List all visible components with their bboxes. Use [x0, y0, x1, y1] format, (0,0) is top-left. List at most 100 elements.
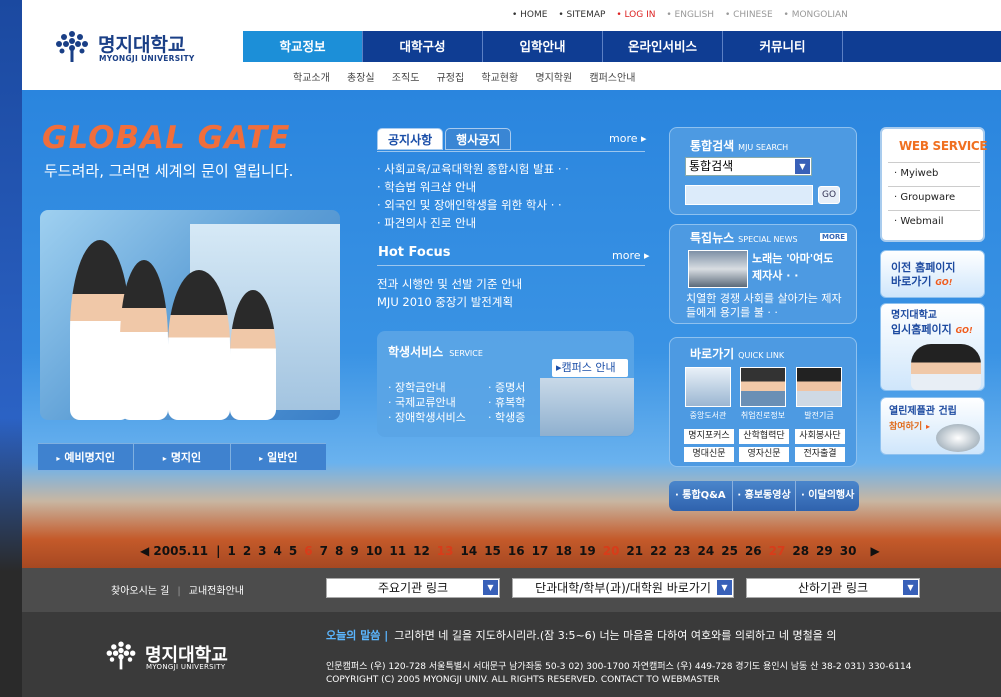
quick-button[interactable]: 명대신문 — [684, 447, 734, 462]
calendar-day[interactable]: 1 — [227, 544, 235, 558]
month-prev-link[interactable]: ◀ 2005.11 — [140, 544, 208, 558]
calendar-day[interactable]: 7 — [320, 544, 328, 558]
building-fund-banner[interactable]: 열린제플관 건립 참여하기 ▸ — [880, 397, 985, 455]
calendar-day[interactable]: 9 — [350, 544, 358, 558]
subnav-item[interactable]: 캠퍼스안내 — [589, 73, 635, 84]
calendar-day[interactable]: 25 — [721, 544, 738, 558]
calendar-day[interactable]: 21 — [626, 544, 643, 558]
major-sites-select[interactable]: 주요기관 링크 ▼ — [326, 578, 500, 598]
calendar-day[interactable]: 19 — [579, 544, 596, 558]
tab-notice[interactable]: 공지사항 — [377, 128, 444, 150]
calendar-day[interactable]: 29 — [816, 544, 833, 558]
nav-online-service[interactable]: 온라인서비스 — [603, 31, 723, 62]
admission-homepage-banner[interactable]: 명지대학교 입시홈페이지 GO! — [880, 303, 985, 391]
career-image[interactable] — [740, 367, 786, 407]
calendar-day[interactable]: 15 — [484, 544, 501, 558]
calendar-day[interactable]: 18 — [555, 544, 572, 558]
mongolian-link[interactable]: • MONGOLIAN — [784, 10, 848, 20]
calendar-day[interactable]: 26 — [745, 544, 762, 558]
calendar-day[interactable]: 12 — [413, 544, 430, 558]
myongji-member-link[interactable]: ▸ 명지인 — [134, 444, 231, 470]
university-logo[interactable]: 명지대학교 MYONGJI UNIVERSITY — [52, 26, 212, 66]
calendar-day[interactable]: 24 — [698, 544, 715, 558]
scholarship-link[interactable]: · 장학금안내 — [388, 380, 466, 395]
nav-community[interactable]: 커뮤니티 — [723, 31, 843, 62]
calendar-day[interactable]: 6 — [304, 544, 312, 558]
news-summary[interactable]: 치열한 경쟁 사회를 살아가는 제자들에게 용기를 불 · · — [686, 292, 846, 320]
quick-button[interactable]: 영자신문 — [739, 447, 789, 462]
exchange-link[interactable]: · 국제교류안내 — [388, 395, 466, 410]
calendar-day[interactable]: 5 — [289, 544, 297, 558]
myiweb-link[interactable]: · Myiweb — [888, 162, 980, 184]
affiliated-sites-select[interactable]: 산하기관 링크 ▼ — [746, 578, 920, 598]
quick-button[interactable]: 산학협력단 — [739, 429, 789, 444]
search-scope-select[interactable]: 통합검색 ▼ — [685, 157, 812, 176]
subnav-item[interactable]: 학교소개 — [293, 73, 330, 84]
month-next-link[interactable]: ▶ — [870, 544, 879, 558]
english-link[interactable]: • ENGLISH — [666, 10, 714, 20]
nav-admissions[interactable]: 입학안내 — [483, 31, 603, 62]
subnav-item[interactable]: 규정집 — [437, 73, 465, 84]
fund-image[interactable] — [796, 367, 842, 407]
student-id-link[interactable]: · 학생증 — [488, 410, 525, 425]
sitemap-link[interactable]: • SITEMAP — [558, 10, 605, 20]
certificate-link[interactable]: · 증명서 — [488, 380, 525, 395]
calendar-day[interactable]: 28 — [792, 544, 809, 558]
tab-events[interactable]: 행사공지 — [445, 128, 512, 150]
subnav-item[interactable]: 총장실 — [347, 73, 375, 84]
chinese-link[interactable]: • CHINESE — [725, 10, 773, 20]
login-link[interactable]: • LOG IN — [616, 10, 655, 20]
calendar-day[interactable]: 27 — [769, 544, 786, 558]
calendar-day[interactable]: 2 — [243, 544, 251, 558]
hot-focus-more-link[interactable]: more ▸ — [612, 249, 650, 262]
subnav-item[interactable]: 학교현황 — [481, 73, 518, 84]
list-item[interactable]: · 학습법 워크샵 안내 — [377, 178, 645, 196]
general-public-link[interactable]: ▸ 일반인 — [231, 444, 326, 470]
nav-colleges[interactable]: 대학구성 — [363, 31, 483, 62]
list-item[interactable]: · 사회교육/교육대학원 종합시험 발표 · · — [377, 160, 645, 178]
campus-guide-button[interactable]: ▸캠퍼스 안내 — [552, 359, 628, 377]
calendar-day[interactable]: 30 — [840, 544, 857, 558]
list-item[interactable]: 전과 시행안 및 선발 기준 안내 — [377, 275, 522, 293]
calendar-day[interactable]: 17 — [532, 544, 549, 558]
quick-button[interactable]: 명지포커스 — [684, 429, 734, 444]
notice-more-link[interactable]: more ▸ — [609, 132, 647, 145]
quick-button[interactable]: 사회봉사단 — [795, 429, 845, 444]
quick-button[interactable]: 전자출결 — [795, 447, 845, 462]
search-input[interactable] — [685, 185, 813, 205]
webmail-link[interactable]: · Webmail — [888, 210, 980, 232]
phone-directory-link[interactable]: 교내전화안내 — [189, 586, 244, 597]
calendar-day[interactable]: 4 — [274, 544, 282, 558]
disabled-service-link[interactable]: · 장애학생서비스 — [388, 410, 466, 425]
old-homepage-banner[interactable]: 이전 홈페이지 바로가기 GO! — [880, 250, 985, 298]
groupware-link[interactable]: · Groupware — [888, 186, 980, 208]
calendar-day[interactable]: 20 — [603, 544, 620, 558]
subnav-item[interactable]: 명지학원 — [535, 73, 572, 84]
monthly-event-link[interactable]: · 이달의행사 — [796, 481, 859, 511]
news-more-link[interactable]: MORE — [820, 233, 848, 241]
calendar-day[interactable]: 13 — [437, 544, 454, 558]
directions-link[interactable]: 찾아오시는 길 — [111, 586, 169, 597]
calendar-day[interactable]: 10 — [366, 544, 383, 558]
calendar-day[interactable]: 11 — [389, 544, 406, 558]
search-go-button[interactable]: GO — [818, 186, 840, 204]
qa-link[interactable]: · 통합Q&A — [669, 481, 733, 511]
list-item[interactable]: · 외국인 및 장애인학생을 위한 학사 · · — [377, 196, 645, 214]
calendar-day[interactable]: 3 — [258, 544, 266, 558]
news-headline[interactable]: 노래는 '아마'여도 제자사 · · — [752, 250, 842, 284]
library-image[interactable] — [685, 367, 731, 407]
calendar-day[interactable]: 22 — [650, 544, 667, 558]
nav-school-info[interactable]: 학교정보 — [243, 31, 363, 62]
calendar-day[interactable]: 23 — [674, 544, 691, 558]
home-link[interactable]: • HOME — [512, 10, 547, 20]
prospective-student-link[interactable]: ▸ 예비명지인 — [38, 444, 135, 470]
calendar-day[interactable]: 8 — [335, 544, 343, 558]
leave-return-link[interactable]: · 휴복학 — [488, 395, 525, 410]
list-item[interactable]: MJU 2010 중장기 발전계획 — [377, 293, 522, 311]
video-link[interactable]: · 홍보동영상 — [733, 481, 797, 511]
subnav-item[interactable]: 조직도 — [392, 73, 420, 84]
news-thumbnail[interactable] — [688, 250, 748, 288]
calendar-day[interactable]: 14 — [461, 544, 478, 558]
colleges-select[interactable]: 단과대학/학부(과)/대학원 바로가기 ▼ — [512, 578, 734, 598]
calendar-day[interactable]: 16 — [508, 544, 525, 558]
